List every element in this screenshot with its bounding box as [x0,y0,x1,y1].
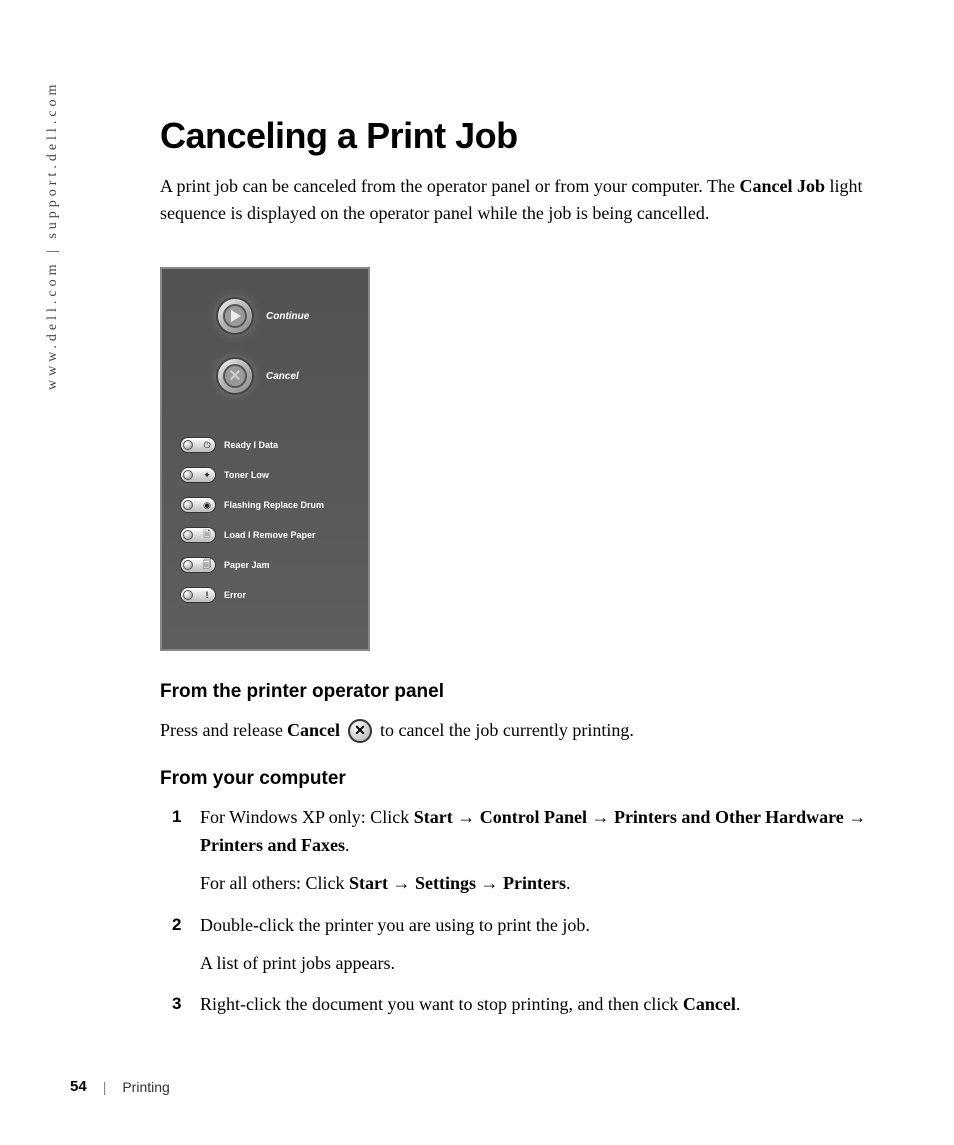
panel-light-label: Toner Low [224,470,269,480]
step3-bold: Cancel [683,994,736,1014]
panel-light-paper: 🗎 Load I Remove Paper [180,527,350,543]
panel-cancel-row: ✕ Cancel [216,357,350,395]
pill-drum: ◉ [180,497,216,513]
step1-line2-pre: For all others: Click [200,873,349,893]
section1-title: From the printer operator panel [160,681,880,703]
panel-light-label: Error [224,590,246,600]
panel-light-jam: 🗐 Paper Jam [180,557,350,573]
jam-icon: 🗐 [201,559,213,571]
operator-panel-figure: Continue ✕ Cancel ⏻ Ready I Data ✦ Toner… [160,267,370,651]
panel-continue-row: Continue [216,297,350,335]
page-number: 54 [70,1078,87,1095]
footer-separator: | [103,1079,107,1095]
step3-pre: Right-click the document you want to sto… [200,994,683,1014]
panel-light-drum: ◉ Flashing Replace Drum [180,497,350,513]
step1-line2-path: Start → Settings → Printers [349,873,566,893]
sidebar-url: www.dell.com | support.dell.com [45,81,61,390]
steps-list: For Windows XP only: Click Start → Contr… [160,804,880,1019]
panel-light-label: Paper Jam [224,560,270,570]
step2-line2: A list of print jobs appears. [200,950,880,978]
panel-light-error: ! Error [180,587,350,603]
section2-title: From your computer [160,768,880,790]
pill-toner: ✦ [180,467,216,483]
cancel-button-icon: ✕ [216,357,254,395]
panel-light-ready: ⏻ Ready I Data [180,437,350,453]
step1-line1-pre: For Windows XP only: Click [200,807,414,827]
inline-cancel-icon: ✕ [348,719,372,743]
s1-pre: Press and release [160,717,283,744]
power-icon: ⏻ [201,439,213,451]
step-1: For Windows XP only: Click Start → Contr… [160,804,880,898]
s1-post: to cancel the job currently printing. [380,717,634,744]
step3-post: . [736,994,741,1014]
intro-paragraph: A print job can be canceled from the ope… [160,173,880,227]
panel-light-label: Ready I Data [224,440,278,450]
play-icon [223,304,247,328]
pill-jam: 🗐 [180,557,216,573]
continue-button-icon [216,297,254,335]
x-icon: ✕ [223,364,247,388]
pill-error: ! [180,587,216,603]
panel-light-label: Flashing Replace Drum [224,500,324,510]
paper-icon: 🗎 [201,529,213,541]
intro-pre: A print job can be canceled from the ope… [160,176,739,196]
step2-line1: Double-click the printer you are using t… [200,915,590,935]
step-2: Double-click the printer you are using t… [160,912,880,978]
drum-icon: ◉ [201,499,213,511]
panel-continue-label: Continue [266,311,309,322]
page-content: Canceling a Print Job A print job can be… [160,115,880,1033]
step-3: Right-click the document you want to sto… [160,991,880,1019]
toner-icon: ✦ [201,469,213,481]
error-icon: ! [201,589,213,601]
section1-para: Press and release Cancel ✕ to cancel the… [160,717,880,744]
pill-ready: ⏻ [180,437,216,453]
footer-section: Printing [122,1079,169,1095]
panel-light-label: Load I Remove Paper [224,530,316,540]
page-title: Canceling a Print Job [160,115,880,157]
pill-paper: 🗎 [180,527,216,543]
panel-cancel-label: Cancel [266,371,299,382]
s1-bold: Cancel [287,717,340,744]
step1-line1-post: . [345,835,350,855]
step1-line2-post: . [566,873,571,893]
page-footer: 54 | Printing [70,1078,170,1095]
intro-bold: Cancel Job [739,176,825,196]
panel-light-toner: ✦ Toner Low [180,467,350,483]
